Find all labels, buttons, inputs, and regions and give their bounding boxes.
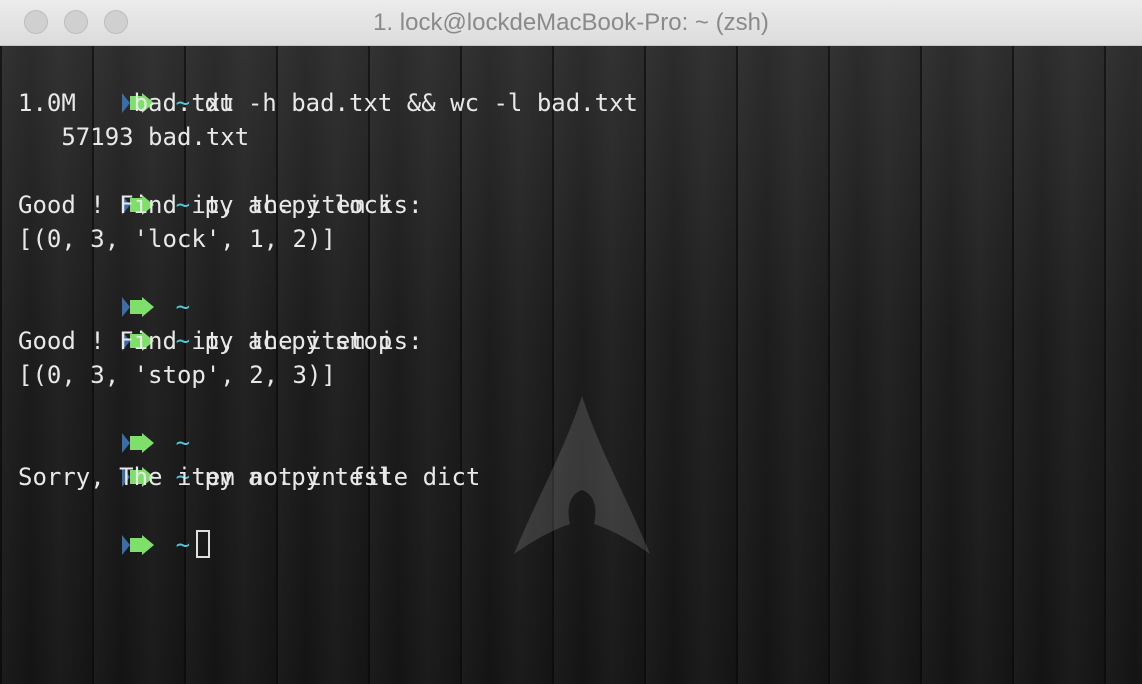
output-line: [(0, 3, 'lock', 1, 2)] [18,225,336,253]
active-prompt-line[interactable]: ~ [0,494,1142,559]
prompt-arrow-icon [116,528,176,562]
terminal-lines: ~ du -h bad.txt && wc -l bad.txt 1.0M ba… [0,52,1142,559]
command-line: ~ [0,392,1142,457]
output-line: Sorry, The item not in file dict [18,463,481,491]
terminal-output[interactable]: ~ du -h bad.txt && wc -l bad.txt 1.0M ba… [0,46,1142,684]
command-line: ~ [0,256,1142,321]
output-line: 1.0M bad.txt [18,89,235,117]
output-line: 57193 bad.txt [18,123,250,151]
command-line: ~ du -h bad.txt && wc -l bad.txt [0,52,1142,117]
output-line: [(0, 3, 'stop', 2, 3)] [18,361,336,389]
text-cursor [196,530,211,558]
output-line: Good ! Find it, the item is: [18,327,423,355]
output-line: Good ! Find it, the item is: [18,191,423,219]
window-title: 1. lock@lockdeMacBook-Pro: ~ (zsh) [373,9,769,36]
command-line: ~ py ac.py stop [0,290,1142,355]
title-bar[interactable]: 1. lock@lockdeMacBook-Pro: ~ (zsh) [0,0,1142,46]
command-line: ~ py ac.py test [0,426,1142,491]
terminal-window: 1. lock@lockdeMacBook-Pro: ~ (zsh) ~ du … [0,0,1142,684]
command-line: ~ py ac.py lock [0,154,1142,219]
prompt-tilde: ~ [175,531,191,559]
